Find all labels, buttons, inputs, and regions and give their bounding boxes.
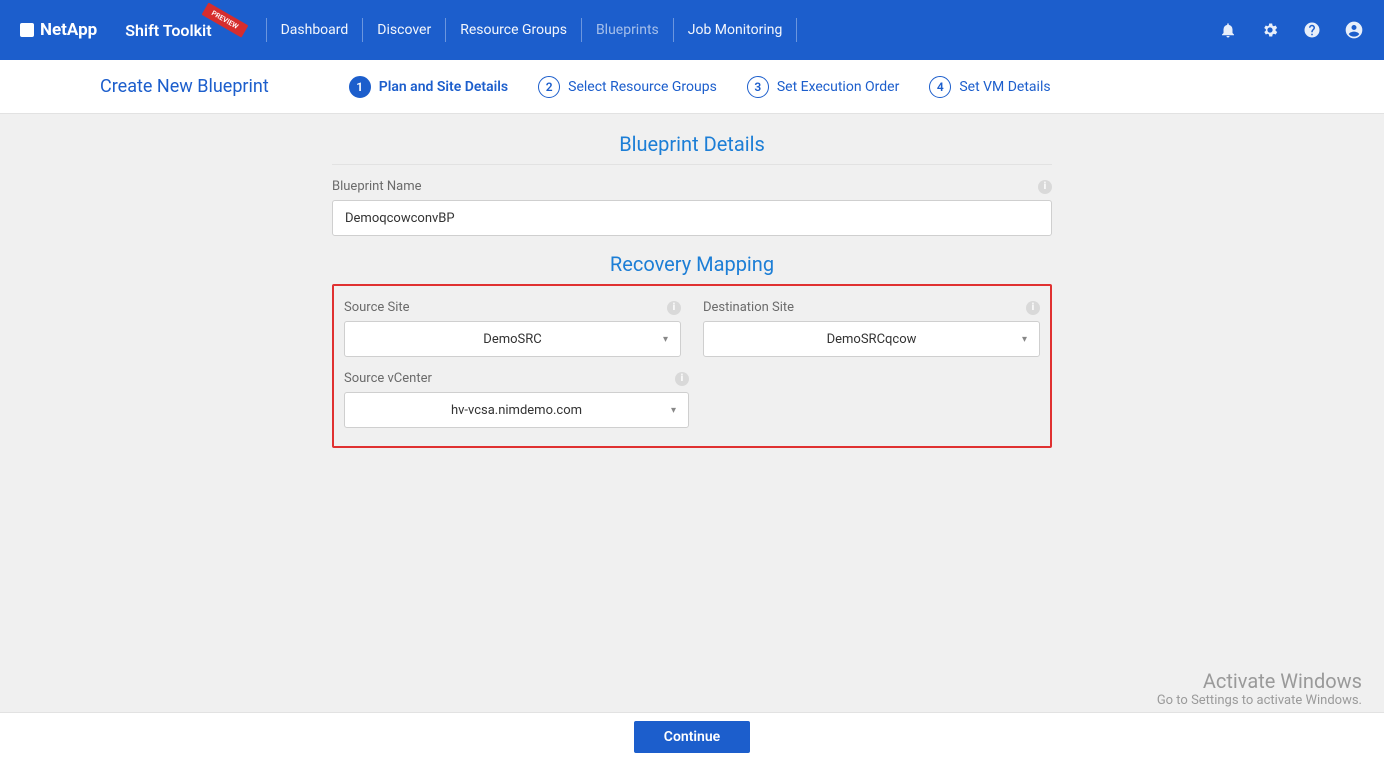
info-icon[interactable]: i [1038,180,1052,194]
footer-bar: Continue [0,712,1384,760]
info-icon[interactable]: i [675,372,689,386]
app-title: Shift Toolkit PREVIEW [125,21,241,40]
top-nav-bar: NetApp Shift Toolkit PREVIEW Dashboard D… [0,0,1384,60]
bell-icon[interactable] [1218,20,1238,40]
step-label: Plan and Site Details [379,79,508,95]
nav-separator [362,18,363,42]
app-title-text: Shift Toolkit [125,21,211,40]
destination-site-dropdown[interactable]: DemoSRCqcow ▾ [703,321,1040,357]
step-number-2: 2 [538,76,560,98]
step-number-3: 3 [747,76,769,98]
user-icon[interactable] [1344,20,1364,40]
wizard-steps: 1 Plan and Site Details 2 Select Resourc… [349,76,1051,98]
destination-site-label: Destination Site [703,300,794,315]
source-site-dropdown[interactable]: DemoSRC ▾ [344,321,681,357]
netapp-icon [20,23,34,37]
nav-separator [673,18,674,42]
source-vcenter-label: Source vCenter [344,371,432,386]
nav-separator [581,18,582,42]
wizard-title: Create New Blueprint [100,76,269,97]
nav-separator [796,18,797,42]
chevron-down-icon: ▾ [671,405,676,416]
chevron-down-icon: ▾ [1022,334,1027,345]
step-select-resource-groups[interactable]: 2 Select Resource Groups [538,76,717,98]
step-label: Select Resource Groups [568,79,717,95]
main-form-area: Blueprint Details Blueprint Name i Recov… [0,114,1384,712]
brand-logo: NetApp [20,20,97,40]
step-number-1: 1 [349,76,371,98]
step-label: Set VM Details [959,79,1050,95]
nav-blueprints[interactable]: Blueprints [596,22,659,38]
nav-separator [266,18,267,42]
source-site-value: DemoSRC [483,332,541,347]
nav-dashboard[interactable]: Dashboard [281,22,349,38]
continue-button[interactable]: Continue [634,721,750,753]
blueprint-details-heading: Blueprint Details [332,132,1052,156]
recovery-mapping-heading: Recovery Mapping [332,252,1052,276]
nav-separator [445,18,446,42]
destination-site-value: DemoSRCqcow [827,332,917,347]
info-icon[interactable]: i [667,301,681,315]
source-site-label: Source Site [344,300,410,315]
wizard-step-bar: Create New Blueprint 1 Plan and Site Det… [0,60,1384,114]
recovery-mapping-highlight: Source Site i DemoSRC ▾ Destination Site [332,284,1052,448]
step-plan-and-site-details[interactable]: 1 Plan and Site Details [349,76,508,98]
nav-resource-groups[interactable]: Resource Groups [460,22,567,38]
blueprint-name-input[interactable] [332,200,1052,236]
section-divider [332,164,1052,165]
nav-job-monitoring[interactable]: Job Monitoring [688,22,783,38]
nav-discover[interactable]: Discover [377,22,431,38]
source-vcenter-dropdown[interactable]: hv-vcsa.nimdemo.com ▾ [344,392,689,428]
source-vcenter-value: hv-vcsa.nimdemo.com [451,403,582,418]
step-set-vm-details[interactable]: 4 Set VM Details [929,76,1050,98]
step-label: Set Execution Order [777,79,900,95]
chevron-down-icon: ▾ [663,334,668,345]
brand-text: NetApp [40,20,97,40]
blueprint-name-label: Blueprint Name [332,179,421,194]
step-number-4: 4 [929,76,951,98]
help-icon[interactable] [1302,20,1322,40]
info-icon[interactable]: i [1026,301,1040,315]
gear-icon[interactable] [1260,20,1280,40]
step-set-execution-order[interactable]: 3 Set Execution Order [747,76,900,98]
